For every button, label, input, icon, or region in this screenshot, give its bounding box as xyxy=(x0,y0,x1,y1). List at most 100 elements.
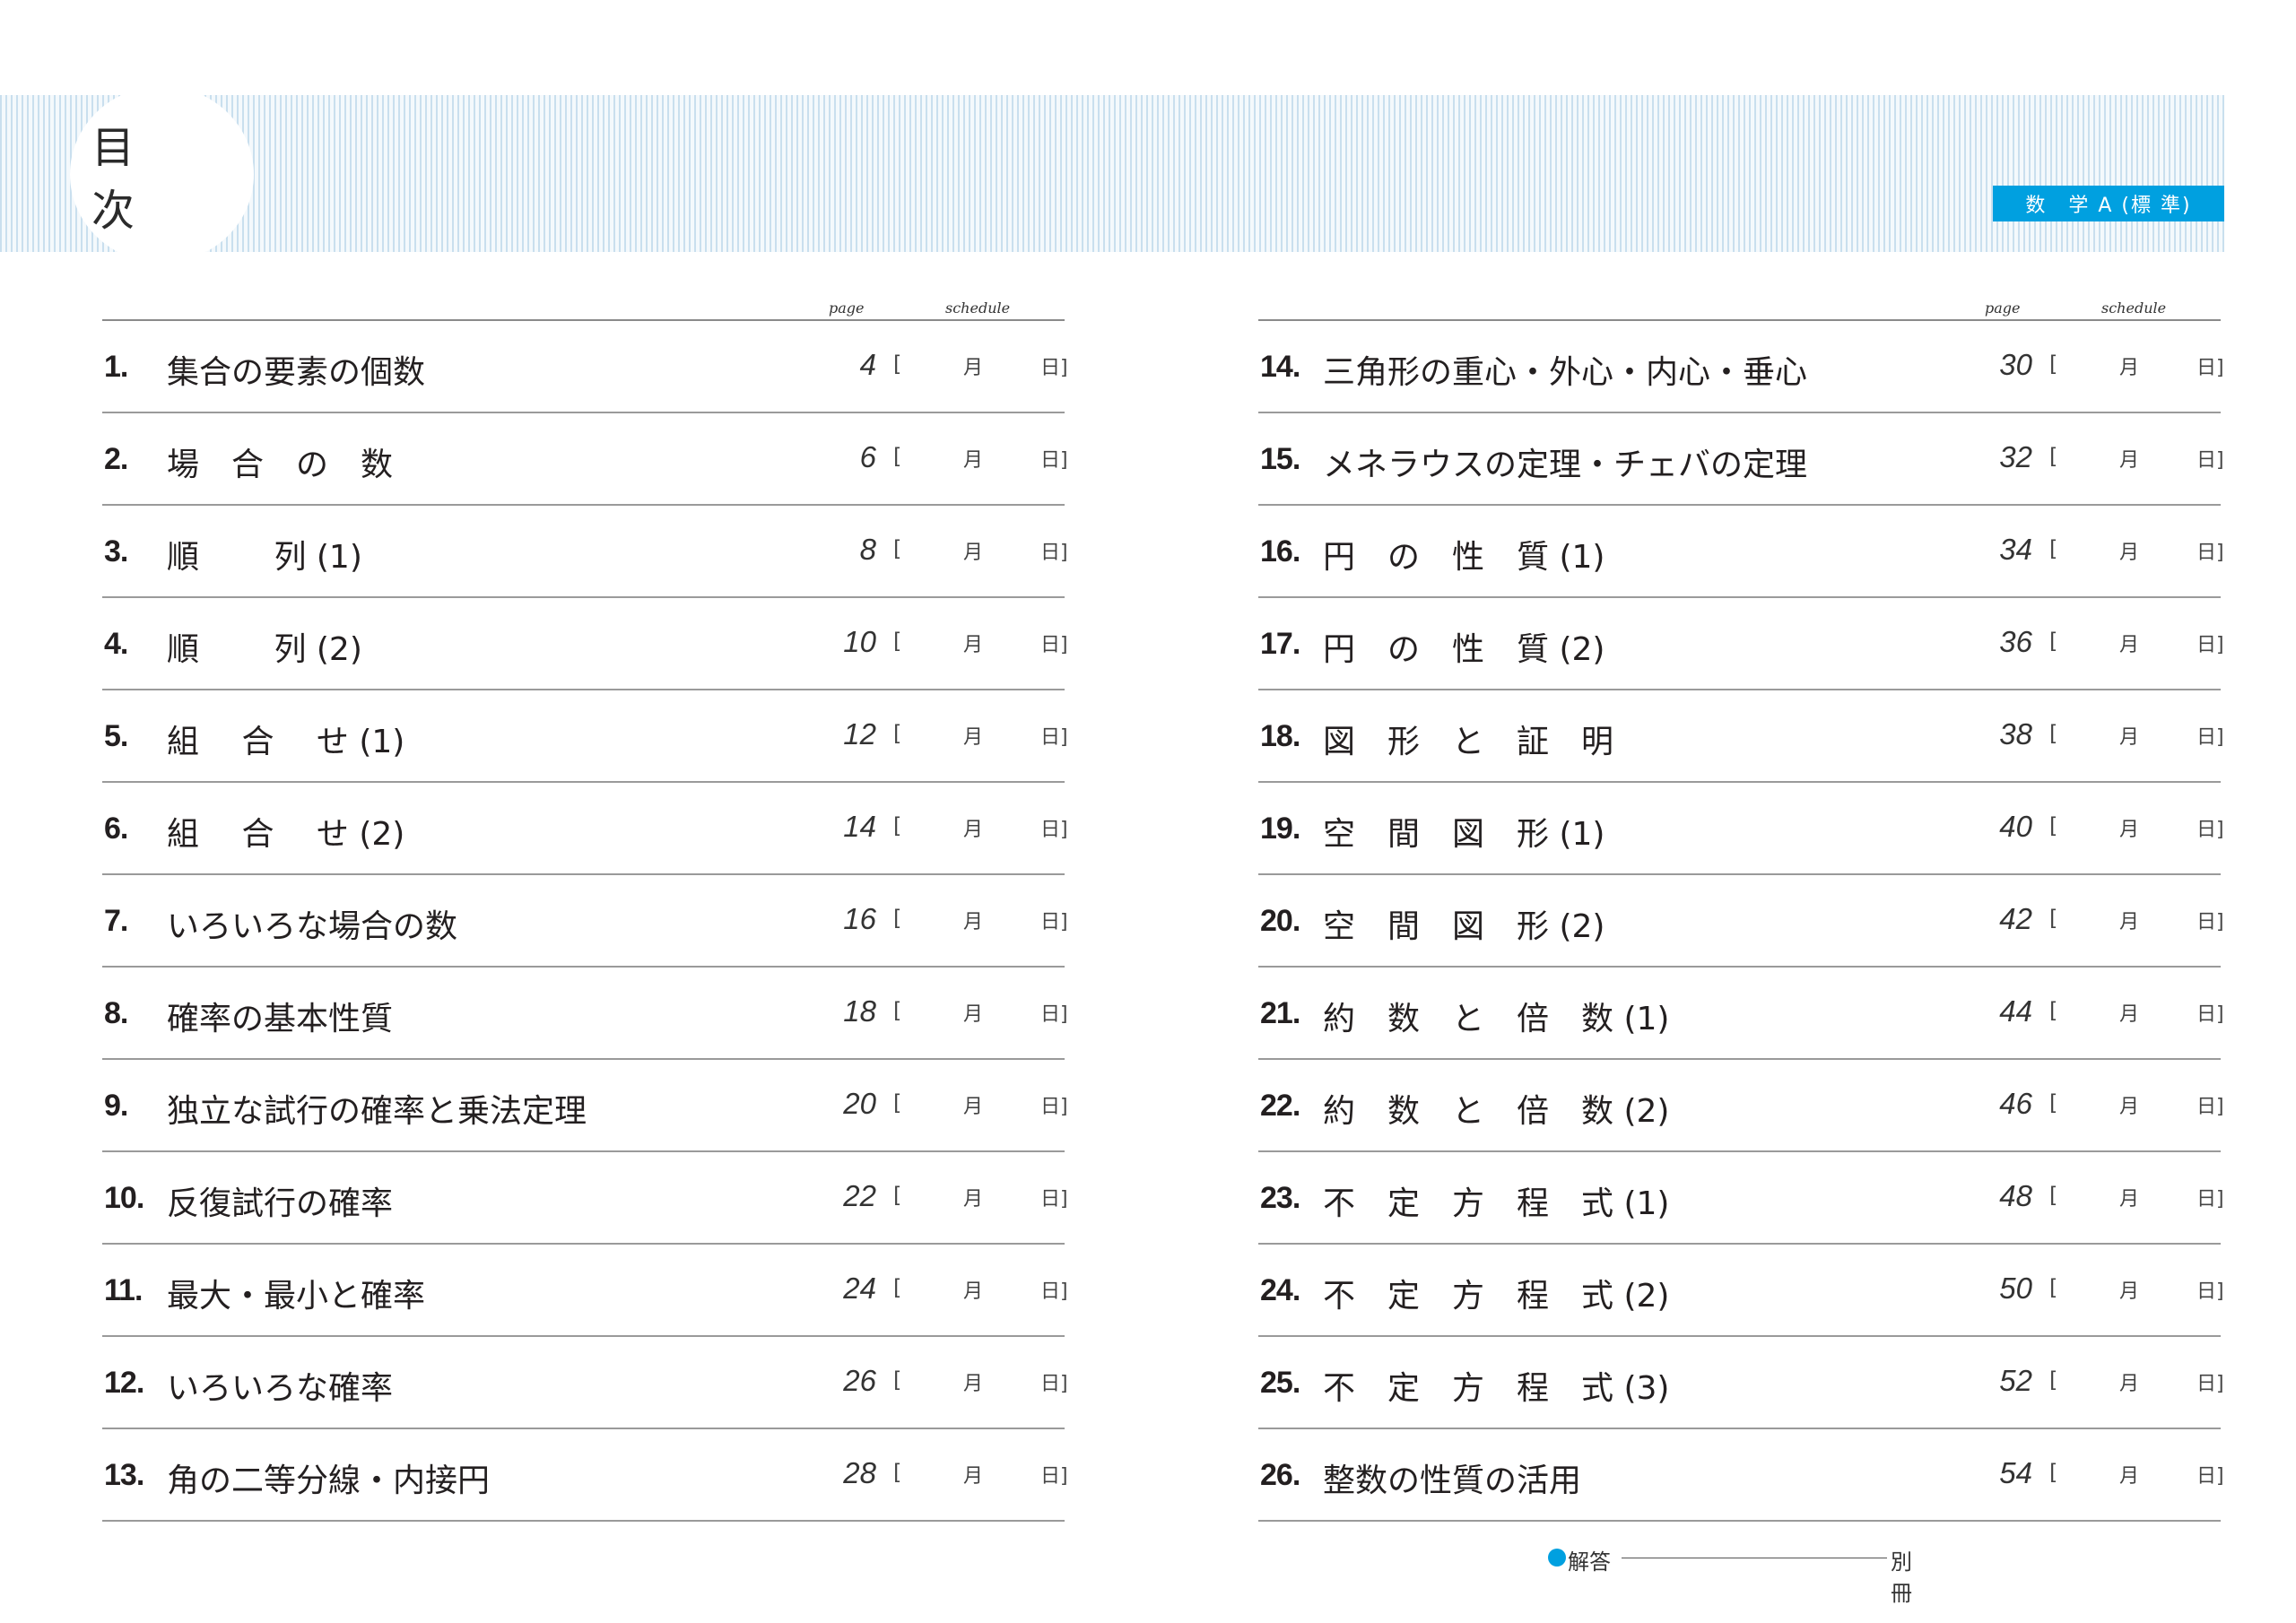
schedule-month: 月 xyxy=(963,1280,984,1303)
chapter-title: 順 列 (2) xyxy=(167,631,362,668)
chapter-number: 23. xyxy=(1260,1181,1300,1215)
schedule-month: 月 xyxy=(963,542,984,564)
chapter-number: 4. xyxy=(104,627,128,661)
schedule-open-bracket: [ xyxy=(893,721,902,746)
chapter-title: いろいろな確率 xyxy=(167,1370,394,1407)
toc-row: 22. 約 数 と 倍 数 (2) 46 [月 日] xyxy=(1258,1060,2224,1152)
page-number: 24 xyxy=(843,1271,876,1305)
toc-column-left: page schedule 1. 集合の要素の個数 4[月日] 2. 場 合 の 数 6[… xyxy=(102,296,1068,1522)
schedule-month: 月 xyxy=(963,357,984,379)
toc-row: 20. 空 間 図 形 (2) 42 [月 日] xyxy=(1258,875,2224,968)
chapter-number: 17. xyxy=(1260,627,1300,661)
schedule-open-bracket: [ xyxy=(2049,1275,2058,1300)
schedule-day: 日] xyxy=(2196,1003,2224,1026)
schedule-day: 日] xyxy=(1040,1373,1068,1395)
schedule-day: 日] xyxy=(1040,1188,1068,1211)
schedule-month: 月 xyxy=(963,1003,984,1026)
chapter-title: 順 列 (1) xyxy=(167,539,362,576)
page-number: 12 xyxy=(843,717,876,751)
schedule-day: 日] xyxy=(2196,726,2224,749)
chapter-title: 角の二等分線・内接円 xyxy=(167,1462,491,1499)
schedule-day: 日] xyxy=(1040,634,1068,656)
title-circle: 目 次 xyxy=(70,86,254,263)
schedule-day: 日] xyxy=(2196,1373,2224,1395)
toc-row: 3. 順 列 (1) 8 [月 日] xyxy=(102,506,1068,598)
schedule-month: 月 xyxy=(2119,634,2140,656)
chapter-number: 9. xyxy=(104,1089,128,1123)
toc-row: 9. 独立な試行の確率と乗法定理 20 [月 日] xyxy=(102,1060,1068,1152)
schedule-month: 月 xyxy=(963,634,984,656)
schedule-month: 月 xyxy=(2119,1373,2140,1395)
toc-row: 2. 場 合 の 数 6 [月 日] xyxy=(102,413,1068,506)
chapter-number: 5. xyxy=(104,719,128,753)
schedule-open-bracket: [ xyxy=(2049,536,2058,561)
toc-row: 18. 図 形 と 証 明 38 [月 日] xyxy=(1258,690,2224,783)
page-number: 42 xyxy=(1999,902,2032,935)
schedule-open-bracket: [ xyxy=(2049,906,2058,931)
toc-row: 24. 不 定 方 程 式 (2) 50 [月 日] xyxy=(1258,1245,2224,1337)
page-number: 6 xyxy=(859,440,876,473)
toc-column-right: page schedule 14. 三角形の重心・外心・内心・垂心 30[月日] 15… xyxy=(1258,296,2224,1522)
schedule-day: 日] xyxy=(1040,819,1068,841)
page-number: 32 xyxy=(1999,440,2032,473)
schedule-month: 月 xyxy=(2119,1280,2140,1303)
chapter-title: 整数の性質の活用 xyxy=(1323,1462,1582,1499)
chapter-title: 不 定 方 程 式 (2) xyxy=(1323,1278,1670,1315)
toc-row: 10. 反復試行の確率 22 [月 日] xyxy=(102,1152,1068,1245)
toc-row: 6. 組 合 せ (2) 14 [月 日] xyxy=(102,783,1068,875)
page-title: 目 次 xyxy=(91,122,157,236)
schedule-day: 日] xyxy=(1040,1003,1068,1026)
chapter-number: 24. xyxy=(1260,1273,1300,1307)
schedule-open-bracket: [ xyxy=(893,998,902,1023)
schedule-day: 日] xyxy=(1040,357,1068,379)
chapter-number: 10. xyxy=(104,1181,144,1215)
schedule-day: 日] xyxy=(1040,1096,1068,1118)
schedule-month: 月 xyxy=(2119,1096,2140,1118)
answer-note: 解答 別冊 xyxy=(1548,1544,1925,1606)
column-header: page schedule xyxy=(1258,296,2221,321)
page-number: 46 xyxy=(1999,1087,2032,1120)
schedule-month: 月 xyxy=(2119,819,2140,841)
chapter-title: 独立な試行の確率と乗法定理 xyxy=(167,1093,587,1130)
schedule-month: 月 xyxy=(963,1465,984,1488)
chapter-title: 最大・最小と確率 xyxy=(167,1278,426,1315)
schedule-day: 日] xyxy=(2196,911,2224,933)
toc-row: 16. 円 の 性 質 (1) 34 [月 日] xyxy=(1258,506,2224,598)
toc-row: 11. 最大・最小と確率 24 [ 月 日] xyxy=(102,1245,1068,1337)
header-band xyxy=(0,95,2224,252)
page-number: 34 xyxy=(1999,533,2032,566)
schedule-month: 月 xyxy=(963,1096,984,1118)
chapter-number: 11. xyxy=(104,1273,143,1307)
schedule-day: 日] xyxy=(1040,1465,1068,1488)
schedule-open-bracket: [ xyxy=(893,444,902,469)
chapter-number: 12. xyxy=(104,1366,144,1400)
chapter-title: 約 数 と 倍 数 (1) xyxy=(1323,1001,1670,1037)
toc-row: 8. 確率の基本性質 18 [月 日] xyxy=(102,968,1068,1060)
chapter-number: 2. xyxy=(104,442,128,476)
chapter-title: 不 定 方 程 式 (1) xyxy=(1323,1185,1670,1222)
chapter-title: 反復試行の確率 xyxy=(167,1185,394,1222)
schedule-month: 月 xyxy=(2119,911,2140,933)
chapter-number: 8. xyxy=(104,996,128,1030)
page-number: 44 xyxy=(1999,994,2032,1028)
schedule-month: 月 xyxy=(963,819,984,841)
toc-row: 12. いろいろな確率 26 [月 日] xyxy=(102,1337,1068,1429)
answer-value: 別冊 xyxy=(1891,1549,1912,1606)
chapter-title: 図 形 と 証 明 xyxy=(1323,724,1614,760)
schedule-day: 日] xyxy=(2196,634,2224,656)
schedule-day: 日] xyxy=(2196,542,2224,564)
page-number: 4 xyxy=(859,348,876,381)
page-column-label: page xyxy=(1985,299,2021,317)
schedule-day: 日] xyxy=(1040,542,1068,564)
chapter-title: メネラウスの定理・チェバの定理 xyxy=(1323,447,1808,483)
schedule-open-bracket: [ xyxy=(893,1275,902,1300)
schedule-month: 月 xyxy=(963,449,984,472)
schedule-month: 月 xyxy=(2119,1003,2140,1026)
chapter-number: 14. xyxy=(1260,350,1300,384)
toc-row: 7. いろいろな場合の数 16 [月 日] xyxy=(102,875,1068,968)
toc-row: 23. 不 定 方 程 式 (1) 48 [月 日] xyxy=(1258,1152,2224,1245)
schedule-day: 日] xyxy=(1040,1280,1068,1303)
chapter-number: 18. xyxy=(1260,719,1300,753)
chapter-number: 16. xyxy=(1260,534,1300,568)
schedule-month: 月 xyxy=(2119,542,2140,564)
